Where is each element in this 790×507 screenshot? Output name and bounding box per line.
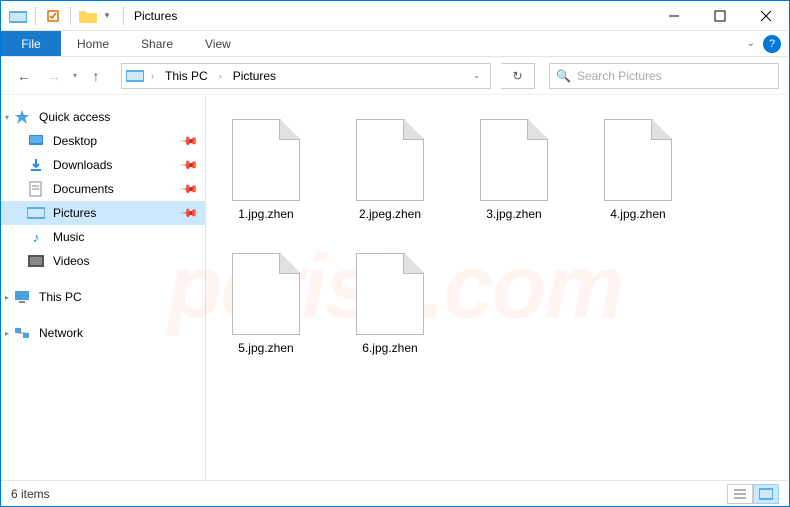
qat-properties-icon[interactable]: [42, 5, 64, 27]
videos-icon: [27, 253, 45, 269]
blank-file-icon: [604, 119, 672, 201]
sidebar-item-label: Music: [53, 230, 84, 244]
folder-icon: [77, 5, 99, 27]
network-icon: [13, 325, 31, 341]
file-item[interactable]: 2.jpeg.zhen: [342, 115, 438, 227]
pin-icon: 📌: [179, 179, 199, 199]
pictures-location-icon: [126, 69, 144, 83]
documents-icon: [27, 181, 45, 197]
ribbon: File Home Share View ⌄ ?: [1, 31, 789, 57]
search-box[interactable]: 🔍: [549, 63, 779, 89]
status-bar: 6 items: [1, 480, 789, 506]
title-bar: ▾ Pictures: [1, 1, 789, 31]
file-name-label: 5.jpg.zhen: [238, 341, 293, 357]
breadcrumb-pictures[interactable]: Pictures: [229, 67, 280, 85]
file-item[interactable]: 6.jpg.zhen: [342, 249, 438, 361]
blank-file-icon: [232, 253, 300, 335]
desktop-icon: [27, 133, 45, 149]
file-name-label: 1.jpg.zhen: [238, 207, 293, 223]
sidebar-item-label: Documents: [53, 182, 114, 196]
navigation-pane: ▾ Quick access Desktop 📌 Downloads 📌 Doc…: [1, 95, 206, 480]
item-count: 6 items: [11, 487, 50, 501]
qat-dropdown-icon[interactable]: ▾: [101, 5, 113, 27]
sidebar-item-videos[interactable]: Videos: [1, 249, 205, 273]
sidebar-item-label: This PC: [39, 290, 82, 304]
music-icon: ♪: [27, 229, 45, 245]
blank-file-icon: [232, 119, 300, 201]
recent-locations-dropdown[interactable]: ▾: [71, 71, 79, 80]
file-name-label: 3.jpg.zhen: [486, 207, 541, 223]
computer-icon: [13, 289, 31, 305]
breadcrumb-dropdown-icon[interactable]: ⌄: [467, 71, 486, 80]
breadcrumb[interactable]: › This PC › Pictures ⌄: [121, 63, 491, 89]
breadcrumb-this-pc[interactable]: This PC: [161, 67, 212, 85]
file-item[interactable]: 4.jpg.zhen: [590, 115, 686, 227]
up-button[interactable]: ↑: [83, 63, 109, 89]
chevron-right-icon[interactable]: ▸: [5, 329, 9, 338]
file-name-label: 4.jpg.zhen: [610, 207, 665, 223]
sidebar-item-label: Quick access: [39, 110, 110, 124]
minimize-button[interactable]: [651, 1, 697, 31]
large-icons-view-button[interactable]: [753, 484, 779, 504]
chevron-down-icon[interactable]: ▾: [5, 113, 9, 122]
details-view-button[interactable]: [727, 484, 753, 504]
blank-file-icon: [356, 119, 424, 201]
refresh-button[interactable]: ↻: [501, 63, 535, 89]
maximize-button[interactable]: [697, 1, 743, 31]
sidebar-item-documents[interactable]: Documents 📌: [1, 177, 205, 201]
pin-icon: 📌: [179, 131, 199, 151]
blank-file-icon: [356, 253, 424, 335]
file-item[interactable]: 5.jpg.zhen: [218, 249, 314, 361]
sidebar-item-pictures[interactable]: Pictures 📌: [1, 201, 205, 225]
file-name-label: 6.jpg.zhen: [362, 341, 417, 357]
close-button[interactable]: [743, 1, 789, 31]
chevron-right-icon[interactable]: ›: [216, 71, 225, 81]
window-controls: [651, 1, 789, 31]
search-input[interactable]: [577, 69, 772, 83]
chevron-right-icon[interactable]: ▸: [5, 293, 9, 302]
file-tab[interactable]: File: [1, 31, 61, 56]
blank-file-icon: [480, 119, 548, 201]
window-title: Pictures: [128, 9, 177, 23]
file-name-label: 2.jpeg.zhen: [359, 207, 421, 223]
tab-view[interactable]: View: [189, 31, 247, 56]
tab-share[interactable]: Share: [125, 31, 189, 56]
file-list-pane[interactable]: 1.jpg.zhen 2.jpeg.zhen 3.jpg.zhen 4.jpg.zhe…: [206, 95, 789, 480]
help-icon[interactable]: ?: [763, 35, 781, 53]
back-button[interactable]: ←: [11, 63, 37, 89]
address-bar: ← → ▾ ↑ › This PC › Pictures ⌄ ↻ 🔍: [1, 57, 789, 95]
search-icon: 🔍: [556, 69, 571, 83]
sidebar-quick-access[interactable]: ▾ Quick access: [1, 105, 205, 129]
downloads-icon: [27, 157, 45, 173]
sidebar-item-label: Downloads: [53, 158, 112, 172]
sidebar-item-label: Desktop: [53, 134, 97, 148]
qat: ▾: [1, 5, 119, 27]
star-icon: [13, 109, 31, 125]
file-item[interactable]: 3.jpg.zhen: [466, 115, 562, 227]
chevron-right-icon[interactable]: ›: [148, 71, 157, 81]
sidebar-item-label: Videos: [53, 254, 89, 268]
pin-icon: 📌: [179, 155, 199, 175]
tab-home[interactable]: Home: [61, 31, 125, 56]
forward-button[interactable]: →: [41, 63, 67, 89]
explorer-app-icon: [7, 5, 29, 27]
pictures-icon: [27, 205, 45, 221]
pin-icon: 📌: [179, 203, 199, 223]
ribbon-expand-icon[interactable]: ⌄: [747, 38, 755, 49]
sidebar-item-music[interactable]: ♪ Music: [1, 225, 205, 249]
sidebar-this-pc[interactable]: ▸ This PC: [1, 285, 205, 309]
sidebar-network[interactable]: ▸ Network: [1, 321, 205, 345]
sidebar-item-desktop[interactable]: Desktop 📌: [1, 129, 205, 153]
sidebar-item-label: Pictures: [53, 206, 96, 220]
sidebar-item-downloads[interactable]: Downloads 📌: [1, 153, 205, 177]
content-area: pcrisk.com ▾ Quick access Desktop 📌 Down…: [1, 95, 789, 480]
sidebar-item-label: Network: [39, 326, 83, 340]
file-item[interactable]: 1.jpg.zhen: [218, 115, 314, 227]
